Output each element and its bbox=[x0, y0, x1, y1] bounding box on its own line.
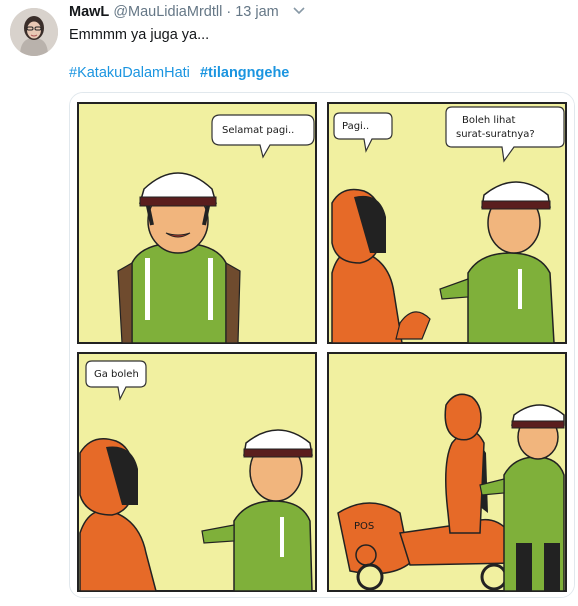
timestamp[interactable]: 13 jam bbox=[235, 4, 279, 20]
tweet-header: MawL @MauLidiaMrdtll · 13 jam bbox=[69, 3, 279, 21]
user-handle[interactable]: @MauLidiaMrdtll bbox=[113, 4, 222, 20]
media-image[interactable]: Selamat pagi.. Pagi.. Boleh lihat surat-… bbox=[69, 92, 575, 598]
hashtags: #KatakuDalamHati #tilangngehe bbox=[69, 64, 289, 82]
chevron-down-icon[interactable] bbox=[292, 6, 306, 16]
display-name[interactable]: MawL bbox=[69, 4, 109, 20]
hashtag-link[interactable]: #KatakuDalamHati bbox=[69, 65, 190, 81]
speech-bubble-text: Selamat pagi.. bbox=[222, 125, 294, 136]
separator: · bbox=[226, 4, 232, 20]
speech-bubble-text: Ga boleh bbox=[94, 369, 139, 380]
comic-panel-1: Selamat pagi.. bbox=[77, 102, 317, 344]
tweet: MawL @MauLidiaMrdtll · 13 jam Emmmm ya j… bbox=[0, 0, 578, 606]
speech-bubble-text: Boleh lihat bbox=[462, 115, 515, 126]
comic-panel-2: Pagi.. Boleh lihat surat-suratnya? bbox=[327, 102, 567, 344]
comic-panel-4: POS bbox=[327, 352, 567, 592]
speech-bubble-text: Pagi.. bbox=[342, 121, 369, 132]
speech-bubble-text: surat-suratnya? bbox=[456, 129, 535, 140]
hashtag-link[interactable]: #tilangngehe bbox=[200, 65, 289, 81]
avatar[interactable] bbox=[10, 8, 58, 56]
scooter-label: POS bbox=[354, 521, 374, 532]
tweet-text: Emmmm ya juga ya... bbox=[69, 27, 210, 43]
comic-panel-3: Ga boleh bbox=[77, 352, 317, 592]
